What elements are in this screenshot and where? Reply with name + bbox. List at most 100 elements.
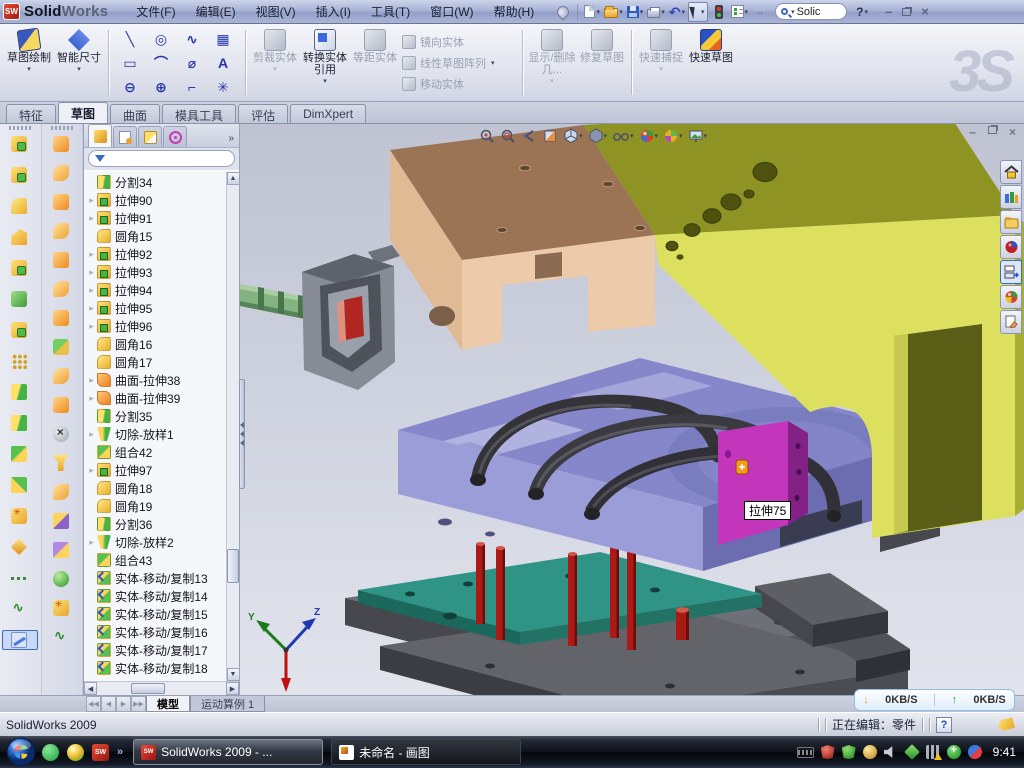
scroll-right-arrow[interactable]: ▶ <box>226 682 239 695</box>
tree-item[interactable]: 切除-放样2 <box>86 533 239 551</box>
feature-tool-button[interactable] <box>2 537 38 557</box>
save-button[interactable]: ▾ <box>626 2 645 22</box>
sketch-button[interactable]: 草图绘制 ▾ <box>4 26 54 99</box>
scroll-down-arrow[interactable]: ▼ <box>227 668 240 681</box>
zoom-to-area-button[interactable] <box>499 127 517 145</box>
quick-launch-solidworks-icon[interactable]: SW <box>92 744 109 761</box>
toolbox-button[interactable] <box>1000 235 1022 259</box>
move-entities-button[interactable]: 移动实体 <box>400 75 518 93</box>
tree-item[interactable]: 拉伸96 <box>86 317 239 335</box>
feature-tool-button[interactable] <box>2 444 38 464</box>
surface-tool-button[interactable] <box>44 482 80 502</box>
configuration-manager-tab[interactable] <box>138 126 162 147</box>
surface-tool-button[interactable] <box>44 453 80 473</box>
surface-tool-button[interactable] <box>44 221 80 241</box>
command-tab[interactable]: DimXpert <box>290 104 366 123</box>
minimize-button[interactable]: – <box>885 7 892 17</box>
tree-item[interactable]: 实体-移动/复制16 <box>86 623 239 641</box>
expand-arrow-icon[interactable] <box>86 303 97 314</box>
tree-item[interactable]: 分割36 <box>86 515 239 533</box>
pin-toolbar-button[interactable] <box>554 2 572 22</box>
surface-tool-button[interactable] <box>44 540 80 560</box>
sketch-entity-button[interactable]: A <box>208 51 239 75</box>
model-tab[interactable]: 模型 <box>146 696 190 712</box>
display-style-button[interactable]: ▾ <box>587 127 609 145</box>
property-manager-tab[interactable] <box>113 126 137 147</box>
tree-item[interactable]: 圆角16 <box>86 335 239 353</box>
rebuild-button[interactable] <box>710 2 728 22</box>
tree-item[interactable]: 拉伸95 <box>86 299 239 317</box>
new-document-button[interactable]: ▾ <box>583 2 601 22</box>
menu-item[interactable]: 视图(V) <box>246 0 306 23</box>
toolbar-drag-handle[interactable] <box>51 126 73 130</box>
expand-arrow-icon[interactable] <box>86 465 97 476</box>
sketch-entity-button[interactable]: ╲ <box>115 27 146 51</box>
tag-icon[interactable] <box>997 717 1015 732</box>
sketch-entity-button[interactable]: ⌒ <box>146 51 177 75</box>
expand-arrow-icon[interactable] <box>86 267 97 278</box>
search-input[interactable] <box>797 6 835 18</box>
repair-sketch-button[interactable]: 修复草图 <box>577 26 627 99</box>
expand-arrow-icon[interactable] <box>86 393 97 404</box>
surface-tool-button[interactable] <box>44 598 80 618</box>
taskbar-clock[interactable]: 9:41 <box>993 745 1016 759</box>
tree-item[interactable]: 拉伸97 <box>86 461 239 479</box>
menu-item[interactable]: 帮助(H) <box>484 0 545 23</box>
command-tab[interactable]: 评估 <box>238 104 288 123</box>
feature-tool-button[interactable] <box>2 289 38 309</box>
design-library-button[interactable] <box>1000 185 1022 209</box>
view-orientation-button[interactable]: ▾ <box>562 127 584 145</box>
sketch-entity-button[interactable]: ▦ <box>208 27 239 51</box>
sketch-entity-button[interactable]: ▭ <box>115 51 146 75</box>
command-tab[interactable]: 草图 <box>58 102 108 123</box>
first-tab-button[interactable]: ◀◀ <box>86 696 101 712</box>
command-tab[interactable]: 曲面 <box>110 104 160 123</box>
feature-tool-button[interactable] <box>2 382 38 402</box>
open-button[interactable]: ▾ <box>603 2 624 22</box>
taskbar-button-paint[interactable]: 未命名 - 画图 <box>331 739 521 765</box>
feature-tool-button[interactable] <box>2 475 38 495</box>
tree-item[interactable]: 圆角18 <box>86 479 239 497</box>
expand-arrow-icon[interactable] <box>86 249 97 260</box>
view-settings-button[interactable]: ▾ <box>687 127 709 145</box>
previous-view-button[interactable] <box>520 127 538 145</box>
offset-entities-button[interactable]: 等距实体 <box>350 26 400 99</box>
smart-dimension-button[interactable]: 智能尺寸 ▾ <box>54 26 104 99</box>
next-tab-button[interactable]: ▶ <box>116 696 131 712</box>
sketch-entity-button[interactable]: ⊖ <box>115 75 146 99</box>
surface-tool-button[interactable] <box>44 163 80 183</box>
surface-tool-button[interactable] <box>44 279 80 299</box>
menu-item[interactable]: 工具(T) <box>361 0 420 23</box>
menu-item[interactable]: 编辑(E) <box>186 0 246 23</box>
mirror-entities-button[interactable]: 镜向实体 <box>400 33 518 51</box>
tree-item[interactable]: 曲面-拉伸39 <box>86 389 239 407</box>
status-help-button[interactable]: ? <box>936 717 952 733</box>
security-shield-tray-icon[interactable] <box>842 745 856 759</box>
edit-appearance-button[interactable]: ▾ <box>638 127 660 145</box>
menu-item[interactable]: 插入(I) <box>306 0 361 23</box>
sketch-entity-button[interactable]: ◎ <box>146 27 177 51</box>
feature-tool-button[interactable] <box>2 196 38 216</box>
select-tool-button[interactable]: ▾ <box>688 2 708 22</box>
motion-study-tab[interactable]: 运动算例 1 <box>190 696 265 712</box>
feature-tool-button[interactable] <box>2 227 38 247</box>
hide-show-items-button[interactable]: ▾ <box>611 127 635 145</box>
antivirus-tray-icon[interactable] <box>821 745 835 759</box>
convert-entities-button[interactable]: 转换实体引用 ▾ <box>300 26 350 99</box>
surface-tool-button[interactable] <box>44 627 80 647</box>
file-explorer-button[interactable] <box>1000 210 1022 234</box>
tree-item[interactable]: 拉伸91 <box>86 209 239 227</box>
custom-properties-button[interactable] <box>1000 310 1022 334</box>
feature-tool-button[interactable] <box>2 320 38 340</box>
undo-button[interactable]: ↶▾ <box>668 2 686 22</box>
tree-filter-box[interactable] <box>88 150 235 167</box>
zoom-to-fit-button[interactable] <box>478 127 496 145</box>
scroll-left-arrow[interactable]: ◀ <box>84 682 97 695</box>
quick-launch-browser-icon[interactable] <box>42 744 59 761</box>
menu-item[interactable]: 窗口(W) <box>420 0 483 23</box>
graphics-viewport[interactable]: Y Z X ▾ ▾ ▾ ▾ ▾ ▾ – × 拉伸75 <box>240 124 1024 695</box>
solidworks-resources-button[interactable] <box>1000 160 1022 184</box>
surface-tool-button[interactable] <box>44 569 80 589</box>
start-button[interactable] <box>6 737 36 767</box>
doc-minimize-button[interactable]: – <box>969 126 976 138</box>
